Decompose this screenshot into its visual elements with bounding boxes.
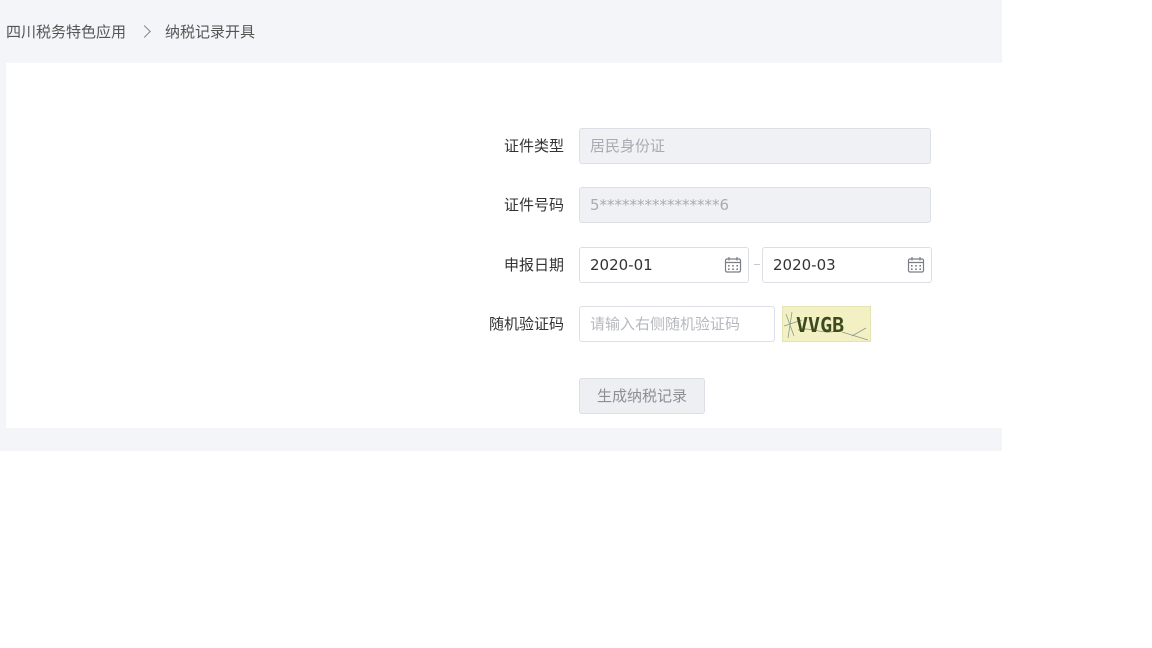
end-date-value: 2020-03 [773,256,836,274]
breadcrumb: 四川税务特色应用 纳税记录开具 [6,21,255,41]
captcha-image-text: VVGB [796,313,844,337]
date-range-separator [754,264,760,265]
id-number-field: 5****************6 [579,187,931,223]
id-number-label: 证件号码 [503,196,564,214]
breadcrumb-current: 纳税记录开具 [165,22,256,41]
calendar-icon[interactable] [724,256,742,274]
generate-record-button[interactable]: 生成纳税记录 [579,378,705,414]
chevron-right-icon [138,24,151,38]
app-shell: 四川税务特色应用 纳税记录开具 证件类型 居民身份证 证件号码 5*******… [0,0,1002,451]
id-type-row: 证件类型 居民身份证 [6,128,1002,164]
captcha-label: 随机验证码 [488,315,564,333]
report-date-row: 申报日期 2020-01 2020-03 [6,247,1002,283]
captcha-row: 随机验证码 VVGB [6,306,1002,342]
id-number-row: 证件号码 5****************6 [6,187,1002,223]
id-type-field: 居民身份证 [579,128,931,164]
calendar-icon[interactable] [907,256,925,274]
id-type-label: 证件类型 [503,137,564,155]
breadcrumb-parent-link[interactable]: 四川税务特色应用 [6,21,126,42]
captcha-input[interactable] [590,308,764,340]
form-panel: 证件类型 居民身份证 证件号码 5****************6 申报日期 … [6,63,1002,428]
start-date-picker[interactable]: 2020-01 [579,247,749,283]
end-date-picker[interactable]: 2020-03 [762,247,932,283]
report-date-label: 申报日期 [503,256,564,274]
captcha-image[interactable]: VVGB [782,306,871,342]
start-date-value: 2020-01 [590,256,653,274]
captcha-field[interactable] [579,306,775,342]
